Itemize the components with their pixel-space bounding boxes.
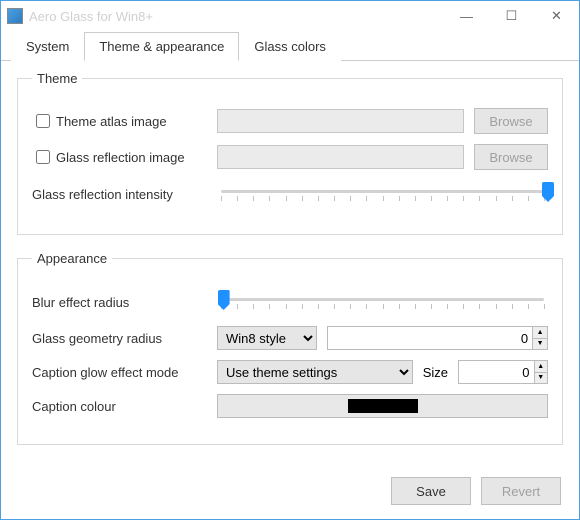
glow-size-stepper[interactable]: ▲ ▼ [458,360,548,384]
revert-button[interactable]: Revert [481,477,561,505]
appearance-legend: Appearance [32,251,112,266]
reflection-text: Glass reflection image [56,150,185,165]
spin-buttons: ▲ ▼ [534,361,547,383]
spin-buttons: ▲ ▼ [532,327,547,349]
glow-size-input[interactable] [459,361,534,383]
window-title: Aero Glass for Win8+ [29,9,444,24]
reflection-checkbox[interactable] [36,150,50,164]
glow-mode-select[interactable]: Use theme settings [217,360,413,384]
reflection-browse-button[interactable]: Browse [474,144,548,170]
reflection-image-row: Glass reflection image Browse [32,144,548,170]
glow-mode-label: Caption glow effect mode [32,365,207,380]
tab-bar: System Theme & appearance Glass colors [1,31,579,61]
spin-up-icon[interactable]: ▲ [535,361,547,373]
slider-ticks [221,196,544,202]
reflection-intensity-row: Glass reflection intensity [32,180,548,208]
footer-buttons: Save Revert [391,477,561,505]
colour-swatch [348,399,418,413]
theme-atlas-row: Theme atlas image Browse [32,108,548,134]
slider-track [221,298,544,301]
theme-legend: Theme [32,71,82,86]
spin-up-icon[interactable]: ▲ [533,327,547,339]
spin-down-icon[interactable]: ▼ [533,339,547,350]
caption-colour-row: Caption colour [32,394,548,418]
app-icon [7,8,23,24]
tab-theme-appearance[interactable]: Theme & appearance [84,32,239,61]
glow-mode-row: Caption glow effect mode Use theme setti… [32,360,548,384]
theme-atlas-text: Theme atlas image [56,114,167,129]
tab-system[interactable]: System [11,32,84,61]
blur-radius-label: Blur effect radius [32,295,207,310]
reflection-checkbox-label[interactable]: Glass reflection image [32,147,207,167]
blur-radius-slider[interactable] [217,288,548,316]
reflection-intensity-slider[interactable] [217,180,548,208]
app-window: Aero Glass for Win8+ — ☐ ✕ System Theme … [0,0,580,520]
minimize-icon: — [460,9,473,24]
slider-track [221,190,544,193]
tab-content: Theme Theme atlas image Browse Glass ref… [1,61,579,473]
geometry-radius-input[interactable] [328,327,532,349]
theme-atlas-checkbox-label[interactable]: Theme atlas image [32,111,207,131]
theme-atlas-browse-button[interactable]: Browse [474,108,548,134]
minimize-button[interactable]: — [444,1,489,31]
titlebar[interactable]: Aero Glass for Win8+ — ☐ ✕ [1,1,579,31]
tab-glass-colors[interactable]: Glass colors [239,32,341,61]
geometry-radius-stepper[interactable]: ▲ ▼ [327,326,548,350]
appearance-group: Appearance Blur effect radius Glass geom… [17,251,563,445]
maximize-icon: ☐ [506,8,518,24]
close-button[interactable]: ✕ [534,1,579,31]
geometry-radius-label: Glass geometry radius [32,331,207,346]
blur-radius-row: Blur effect radius [32,288,548,316]
geometry-radius-row: Glass geometry radius Win8 style ▲ ▼ [32,326,548,350]
maximize-button[interactable]: ☐ [489,1,534,31]
caption-colour-label: Caption colour [32,399,207,414]
theme-atlas-path-input[interactable] [217,109,464,133]
spin-down-icon[interactable]: ▼ [535,373,547,384]
theme-group: Theme Theme atlas image Browse Glass ref… [17,71,563,235]
save-button[interactable]: Save [391,477,471,505]
slider-ticks [221,304,544,310]
theme-atlas-checkbox[interactable] [36,114,50,128]
close-icon: ✕ [551,8,562,24]
window-buttons: — ☐ ✕ [444,1,579,31]
geometry-style-select[interactable]: Win8 style [217,326,317,350]
reflection-intensity-label: Glass reflection intensity [32,187,207,202]
glow-size-label: Size [423,365,448,380]
caption-colour-picker[interactable] [217,394,548,418]
reflection-path-input[interactable] [217,145,464,169]
